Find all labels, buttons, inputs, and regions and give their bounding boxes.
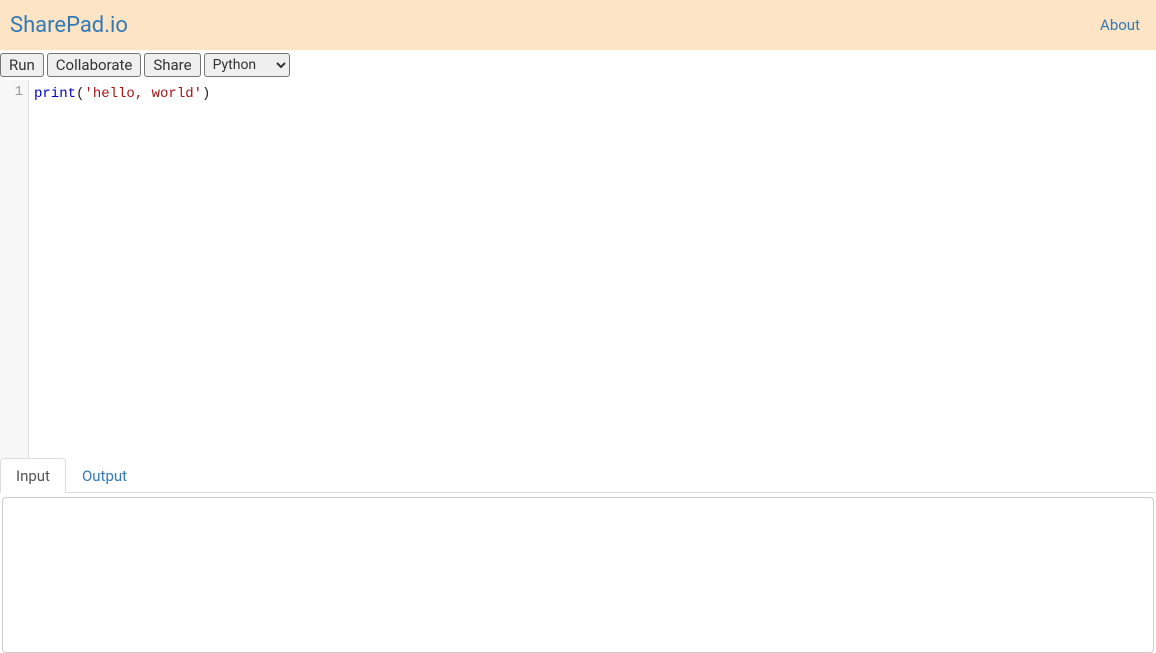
code-editor[interactable]: 1 print('hello, world') bbox=[0, 80, 1156, 458]
brand-link[interactable]: SharePad.io bbox=[10, 13, 128, 38]
tab-output[interactable]: Output bbox=[66, 458, 143, 493]
io-tabs-container: Input Output bbox=[0, 458, 1156, 653]
code-paren-close: ) bbox=[202, 86, 210, 102]
editor-gutter: 1 bbox=[0, 80, 29, 458]
tab-input[interactable]: Input bbox=[0, 458, 66, 493]
code-keyword: print bbox=[34, 86, 76, 102]
code-line: print('hello, world') bbox=[34, 84, 1156, 104]
input-panel[interactable] bbox=[2, 497, 1154, 653]
code-area[interactable]: print('hello, world') bbox=[29, 80, 1156, 458]
toolbar: Run Collaborate Share Python bbox=[0, 50, 1156, 80]
line-number: 1 bbox=[0, 84, 23, 100]
code-string: 'hello, world' bbox=[84, 86, 202, 102]
header: SharePad.io About bbox=[0, 0, 1156, 50]
about-link[interactable]: About bbox=[1100, 16, 1140, 34]
run-button[interactable]: Run bbox=[0, 53, 44, 77]
share-button[interactable]: Share bbox=[144, 53, 200, 77]
language-select[interactable]: Python bbox=[204, 53, 290, 77]
io-tabs: Input Output bbox=[0, 458, 1156, 493]
collaborate-button[interactable]: Collaborate bbox=[47, 53, 142, 77]
